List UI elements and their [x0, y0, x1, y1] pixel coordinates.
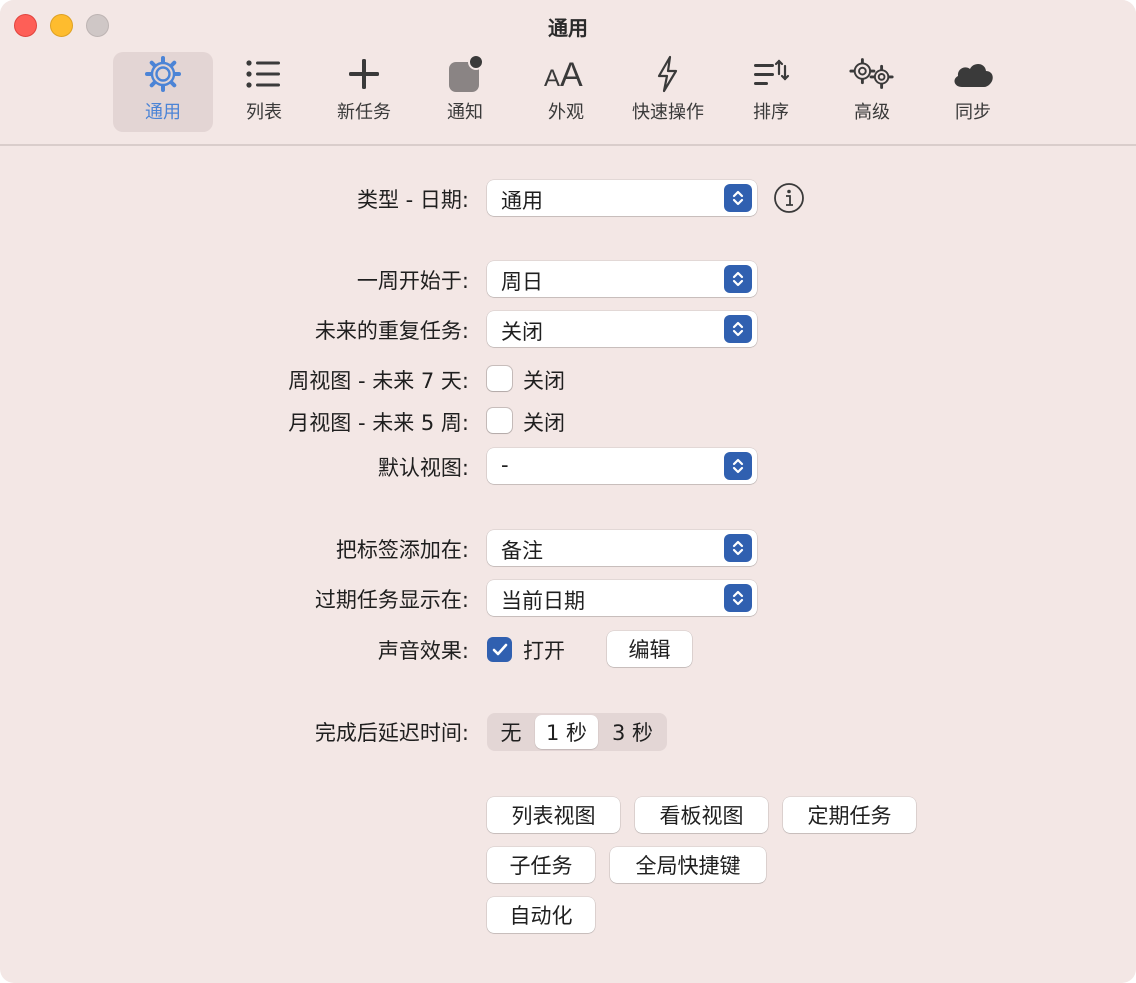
- tab-general[interactable]: 通用: [113, 52, 213, 132]
- tab-sync-label: 同步: [955, 102, 991, 123]
- tab-appearance-label: 外观: [548, 102, 584, 123]
- tab-new-task-label: 新任务: [337, 102, 391, 123]
- delay-label: 完成后延迟时间:: [314, 721, 469, 745]
- list-icon: [240, 52, 288, 96]
- tab-general-label: 通用: [145, 102, 181, 123]
- week-start-popup[interactable]: 周日: [487, 261, 757, 297]
- month-view-value: 关闭: [523, 411, 565, 435]
- month-view-checkbox[interactable]: [487, 408, 512, 433]
- chevron-updown-icon: [724, 452, 752, 480]
- add-tags-popup[interactable]: 备注: [487, 530, 757, 566]
- chevron-updown-icon: [724, 534, 752, 562]
- titlebar: 通用 通用 列表 新任务 通知 A A 外观 快速操作 排序 高级 同步: [0, 0, 1136, 146]
- month-view-label: 月视图 - 未来 5 周:: [288, 411, 469, 435]
- list-view-button[interactable]: 列表视图: [487, 797, 620, 833]
- chevron-updown-icon: [724, 315, 752, 343]
- bolt-icon: [644, 52, 692, 96]
- checkmark-icon: [492, 643, 507, 655]
- automation-button[interactable]: 自动化: [487, 897, 595, 933]
- gear-icon: [139, 52, 187, 96]
- tab-advanced[interactable]: 高级: [822, 52, 922, 132]
- tab-new-task[interactable]: 新任务: [314, 52, 414, 132]
- text-size-icon: A A: [542, 52, 590, 96]
- add-tags-label: 把标签添加在:: [335, 538, 469, 562]
- preferences-window: 通用 通用 列表 新任务 通知 A A 外观 快速操作 排序 高级 同步 类型 …: [0, 0, 1136, 983]
- chevron-updown-icon: [724, 184, 752, 212]
- type-date-value: 通用: [501, 189, 543, 213]
- window-title: 通用: [548, 16, 588, 40]
- week-start-label: 一周开始于:: [356, 269, 469, 293]
- recurring-tasks-button[interactable]: 定期任务: [783, 797, 916, 833]
- delay-segmented-control: 无 1 秒 3 秒: [487, 713, 667, 751]
- overdue-popup[interactable]: 当前日期: [487, 580, 757, 616]
- tab-quick-actions[interactable]: 快速操作: [618, 52, 718, 132]
- chevron-updown-icon: [724, 265, 752, 293]
- default-view-label: 默认视图:: [377, 456, 469, 480]
- tab-notifications[interactable]: 通知: [415, 52, 515, 132]
- tab-sort-label: 排序: [753, 102, 789, 123]
- sound-value: 打开: [523, 639, 565, 663]
- delay-option-1s[interactable]: 1 秒: [535, 715, 598, 749]
- svg-text:A: A: [544, 65, 560, 92]
- type-date-popup[interactable]: 通用: [487, 180, 757, 216]
- tab-appearance[interactable]: A A 外观: [516, 52, 616, 132]
- global-shortcut-button[interactable]: 全局快捷键: [610, 847, 766, 883]
- sound-checkbox[interactable]: [487, 637, 512, 662]
- default-view-popup[interactable]: -: [487, 448, 757, 484]
- tab-lists[interactable]: 列表: [214, 52, 314, 132]
- sort-icon: [747, 52, 795, 96]
- tab-quick-actions-label: 快速操作: [632, 102, 704, 123]
- future-repeat-popup[interactable]: 关闭: [487, 311, 757, 347]
- future-repeat-label: 未来的重复任务:: [314, 319, 469, 343]
- week-start-value: 周日: [501, 270, 543, 294]
- tab-notifications-label: 通知: [447, 102, 483, 123]
- delay-option-3s[interactable]: 3 秒: [598, 713, 667, 751]
- delay-option-none[interactable]: 无: [487, 713, 535, 751]
- cloud-icon: [949, 52, 997, 96]
- svg-text:A: A: [560, 56, 583, 92]
- chevron-updown-icon: [724, 584, 752, 612]
- tab-advanced-label: 高级: [854, 102, 890, 123]
- subtasks-button[interactable]: 子任务: [487, 847, 595, 883]
- future-repeat-value: 关闭: [501, 320, 543, 344]
- overdue-value: 当前日期: [501, 589, 585, 613]
- kanban-view-button[interactable]: 看板视图: [635, 797, 768, 833]
- type-date-label: 类型 - 日期:: [356, 188, 469, 212]
- info-icon[interactable]: [772, 181, 806, 215]
- tab-lists-label: 列表: [246, 102, 282, 123]
- notification-badge-icon: [441, 52, 489, 96]
- week-view-label: 周视图 - 未来 7 天:: [288, 369, 469, 393]
- tab-sort[interactable]: 排序: [721, 52, 821, 132]
- week-view-checkbox[interactable]: [487, 366, 512, 391]
- week-view-value: 关闭: [523, 369, 565, 393]
- edit-sound-button[interactable]: 编辑: [607, 631, 692, 667]
- default-view-value: -: [501, 453, 509, 477]
- overdue-label: 过期任务显示在:: [314, 588, 469, 612]
- add-tags-value: 备注: [501, 539, 543, 563]
- gears-icon: [848, 52, 896, 96]
- tab-sync[interactable]: 同步: [923, 52, 1023, 132]
- sound-label: 声音效果:: [377, 639, 469, 663]
- plus-icon: [340, 52, 388, 96]
